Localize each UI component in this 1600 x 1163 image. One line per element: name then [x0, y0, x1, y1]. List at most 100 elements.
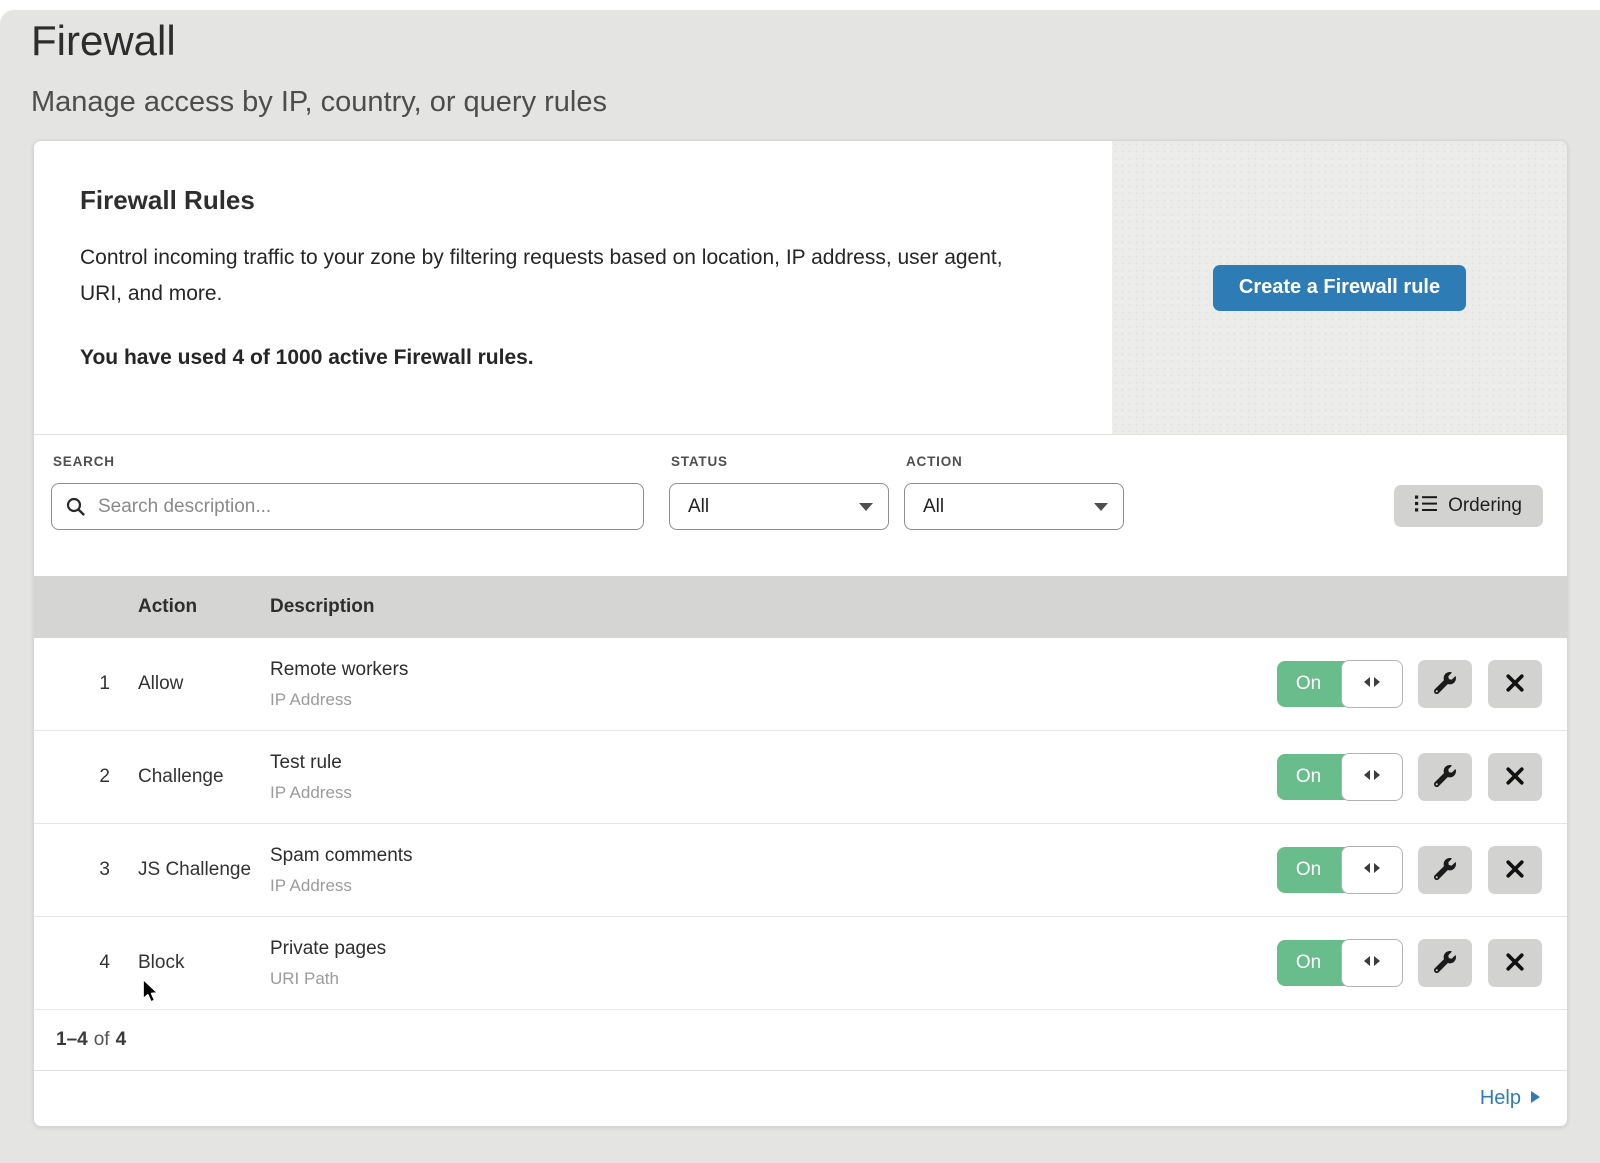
action-select[interactable]: All [904, 483, 1124, 530]
rule-number: 4 [34, 952, 138, 974]
search-filter-group: SEARCH [51, 454, 644, 530]
rule-controls: On [1277, 846, 1567, 894]
toggle-handle[interactable] [1341, 846, 1403, 894]
help-arrow-icon [1530, 1087, 1541, 1110]
left-right-arrows-icon [1362, 768, 1382, 786]
edit-rule-button[interactable] [1418, 660, 1472, 708]
rule-controls: On [1277, 939, 1567, 987]
rule-description: Spam comments [270, 845, 1277, 867]
toggle-on-label: On [1277, 754, 1340, 800]
wrench-icon [1434, 765, 1456, 790]
rules-overview-section: Firewall Rules Control incoming traffic … [34, 141, 1567, 435]
rules-usage-text: You have used 4 of 1000 active Firewall … [80, 346, 1052, 370]
table-header: Action Description [34, 576, 1567, 638]
rules-table: Action Description 1 Allow Remote worker… [34, 576, 1567, 1010]
toggle-on-label: On [1277, 847, 1340, 893]
rule-action: JS Challenge [138, 859, 270, 881]
ordering-button-label: Ordering [1448, 495, 1522, 517]
rule-description-cell: Private pages URI Path [270, 938, 1277, 989]
rule-controls: On [1277, 753, 1567, 801]
search-label: SEARCH [53, 454, 644, 469]
status-label: STATUS [671, 454, 889, 469]
search-input-wrap [51, 483, 644, 530]
list-icon [1415, 495, 1437, 518]
left-right-arrows-icon [1362, 675, 1382, 693]
chevron-down-icon [859, 503, 873, 511]
rules-table-body: 1 Allow Remote workers IP Address On [34, 638, 1567, 1010]
action-select-value: All [923, 496, 944, 518]
rules-heading: Firewall Rules [80, 185, 1052, 216]
chevron-down-icon [1094, 503, 1108, 511]
x-icon [1505, 859, 1525, 882]
page-title: Firewall [31, 16, 1600, 66]
toggle-on-label: On [1277, 661, 1340, 707]
toggle-handle[interactable] [1341, 939, 1403, 987]
rule-status-toggle[interactable]: On [1277, 661, 1402, 707]
edit-rule-button[interactable] [1418, 846, 1472, 894]
toggle-on-label: On [1277, 940, 1340, 986]
delete-rule-button[interactable] [1488, 660, 1542, 708]
rule-description-cell: Spam comments IP Address [270, 845, 1277, 896]
column-action: Action [138, 596, 270, 618]
table-row: 3 JS Challenge Spam comments IP Address … [34, 824, 1567, 917]
x-icon [1505, 952, 1525, 975]
rule-description-cell: Remote workers IP Address [270, 659, 1277, 710]
rule-match-type: IP Address [270, 876, 1277, 896]
rule-status-toggle[interactable]: On [1277, 847, 1402, 893]
delete-rule-button[interactable] [1488, 939, 1542, 987]
edit-rule-button[interactable] [1418, 939, 1472, 987]
page-header: Firewall Manage access by IP, country, o… [0, 10, 1600, 119]
rule-number: 3 [34, 859, 138, 881]
rule-action: Block [138, 952, 270, 974]
x-icon [1505, 766, 1525, 789]
column-description: Description [270, 596, 1277, 618]
page-subtitle: Manage access by IP, country, or query r… [31, 86, 1600, 119]
wrench-icon [1434, 951, 1456, 976]
toggle-handle[interactable] [1341, 753, 1403, 801]
rules-description: Control incoming traffic to your zone by… [80, 240, 1030, 312]
rule-number: 2 [34, 766, 138, 788]
help-link-label: Help [1480, 1087, 1521, 1110]
rule-controls: On [1277, 660, 1567, 708]
x-icon [1505, 673, 1525, 696]
delete-rule-button[interactable] [1488, 753, 1542, 801]
help-row: Help [34, 1071, 1567, 1126]
cta-panel: Create a Firewall rule [1112, 141, 1567, 434]
edit-rule-button[interactable] [1418, 753, 1472, 801]
create-firewall-rule-button[interactable]: Create a Firewall rule [1213, 265, 1466, 311]
firewall-page: Firewall Manage access by IP, country, o… [0, 10, 1600, 1163]
rule-description: Private pages [270, 938, 1277, 960]
wrench-icon [1434, 672, 1456, 697]
rule-description: Test rule [270, 752, 1277, 774]
rule-description: Remote workers [270, 659, 1277, 681]
rule-match-type: IP Address [270, 783, 1277, 803]
table-row: 1 Allow Remote workers IP Address On [34, 638, 1567, 731]
ordering-button[interactable]: Ordering [1394, 485, 1543, 527]
delete-rule-button[interactable] [1488, 846, 1542, 894]
rule-status-toggle[interactable]: On [1277, 940, 1402, 986]
action-label: ACTION [906, 454, 1124, 469]
table-row: 2 Challenge Test rule IP Address On [34, 731, 1567, 824]
action-filter-group: ACTION All [904, 454, 1124, 530]
rule-action: Challenge [138, 766, 270, 788]
search-icon [66, 497, 85, 521]
status-filter-group: STATUS All [669, 454, 889, 530]
rule-number: 1 [34, 673, 138, 695]
status-select-value: All [688, 496, 709, 518]
filter-bar: SEARCH STATUS All [34, 435, 1567, 576]
firewall-rules-card: Firewall Rules Control incoming traffic … [33, 140, 1568, 1127]
rule-description-cell: Test rule IP Address [270, 752, 1277, 803]
rule-action: Allow [138, 673, 270, 695]
rule-status-toggle[interactable]: On [1277, 754, 1402, 800]
search-input[interactable] [51, 483, 644, 530]
rules-info: Firewall Rules Control incoming traffic … [34, 141, 1112, 434]
left-right-arrows-icon [1362, 861, 1382, 879]
status-select[interactable]: All [669, 483, 889, 530]
toggle-handle[interactable] [1341, 660, 1403, 708]
left-right-arrows-icon [1362, 954, 1382, 972]
pagination-range: 1–4 [56, 1029, 88, 1051]
pagination-total: 4 [116, 1029, 127, 1051]
help-link[interactable]: Help [1480, 1087, 1541, 1110]
pagination-row: 1–4 of 4 [34, 1010, 1567, 1071]
rule-match-type: IP Address [270, 690, 1277, 710]
